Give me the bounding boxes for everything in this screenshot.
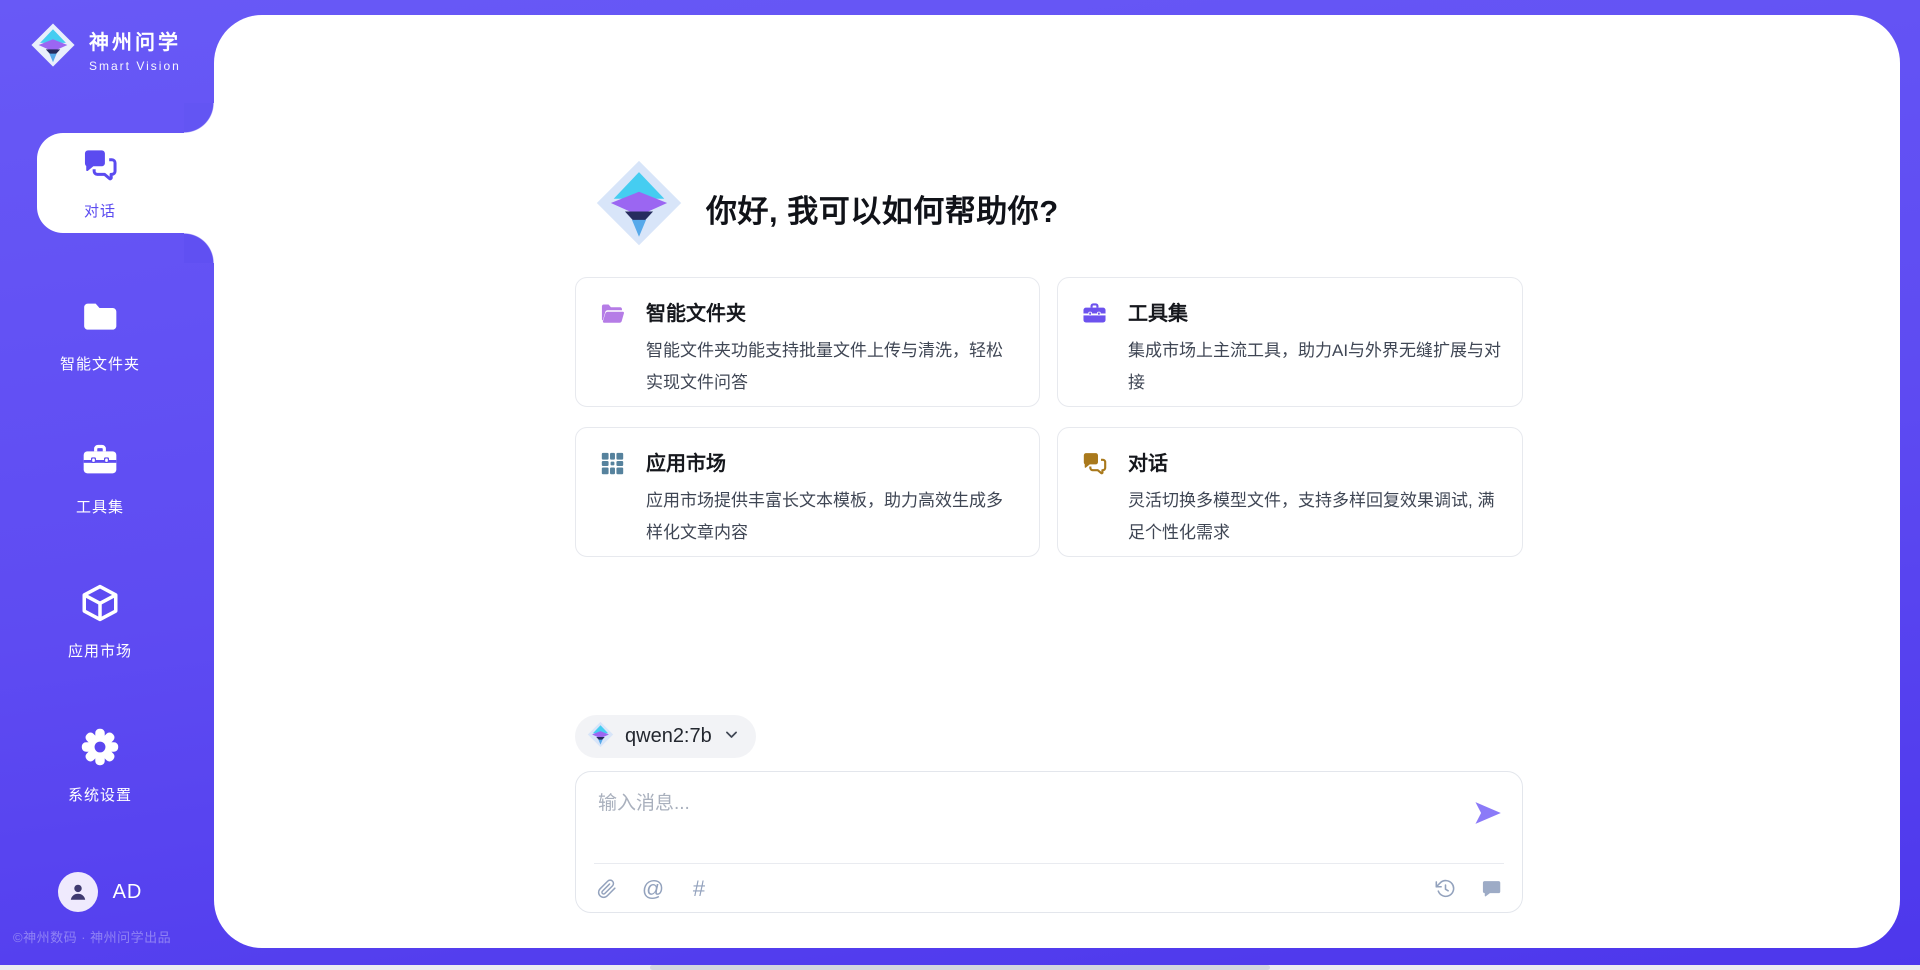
brand-name: 神州问学 [89, 26, 181, 55]
copyright-text: ©神州数码 · 神州问学出品 [13, 927, 171, 946]
sidebar-item-smart-folder[interactable]: 智能文件夹 [0, 297, 200, 374]
folder-open-icon [599, 297, 626, 406]
send-plane-icon [1472, 797, 1504, 829]
message-input[interactable] [598, 788, 1458, 854]
card-chat[interactable]: 对话 灵活切换多模型文件，支持多样回复效果调试, 满足个性化需求 [1057, 427, 1523, 557]
user-name: AD [113, 881, 143, 904]
sidebar-item-label: 工具集 [76, 496, 124, 517]
composer-toolbar: @ # [576, 864, 1522, 913]
chat-icon [1081, 447, 1108, 556]
gear-icon [79, 726, 121, 773]
comment-icon[interactable] [1480, 878, 1502, 900]
card-description: 智能文件夹功能支持批量文件上传与清洗，轻松实现文件问答 [646, 335, 1019, 399]
model-name: qwen2:7b [625, 725, 712, 748]
card-description: 集成市场上主流工具，助力AI与外界无缝扩展与对接 [1128, 335, 1502, 399]
card-toolset[interactable]: 工具集 集成市场上主流工具，助力AI与外界无缝扩展与对接 [1057, 277, 1523, 407]
cube-icon [79, 582, 121, 629]
greeting-title: 你好, 我可以如何帮助你? [706, 186, 1059, 231]
sidebar-item-settings[interactable]: 系统设置 [0, 726, 200, 805]
diamond-logo-icon [30, 22, 76, 73]
sidebar-item-chat[interactable]: 对话 [0, 146, 200, 221]
sidebar-item-toolset[interactable]: 工具集 [0, 440, 200, 517]
diamond-logo-icon [587, 721, 614, 753]
card-description: 应用市场提供丰富长文本模板，助力高效生成多样化文章内容 [646, 485, 1019, 549]
sidebar-item-label: 智能文件夹 [60, 353, 140, 374]
card-title: 工具集 [1128, 297, 1502, 326]
chat-icon [81, 146, 119, 189]
paperclip-icon[interactable] [596, 878, 618, 900]
brand-logo: 神州问学 Smart Vision [30, 22, 181, 73]
message-composer: @ # [575, 771, 1523, 913]
toolbox-icon [80, 440, 120, 485]
sidebar-item-label: 系统设置 [68, 784, 132, 805]
card-description: 灵活切换多模型文件，支持多样回复效果调试, 满足个性化需求 [1128, 485, 1502, 549]
person-icon [66, 880, 90, 904]
sidebar-item-app-market[interactable]: 应用市场 [0, 582, 200, 661]
send-button[interactable] [1472, 797, 1504, 829]
grid-icon [599, 447, 626, 556]
card-smart-folder[interactable]: 智能文件夹 智能文件夹功能支持批量文件上传与清洗，轻松实现文件问答 [575, 277, 1040, 407]
active-tab-fillet-top [184, 103, 214, 133]
sidebar-item-label: 应用市场 [68, 640, 132, 661]
app-window: 神州问学 Smart Vision 对话 智能文件夹 [0, 0, 1920, 970]
feature-cards: 智能文件夹 智能文件夹功能支持批量文件上传与清洗，轻松实现文件问答 工具集 集成… [575, 277, 1523, 557]
card-title: 智能文件夹 [646, 297, 1019, 326]
model-selector[interactable]: qwen2:7b [575, 715, 756, 758]
greeting-logo-icon [594, 158, 684, 253]
folder-icon [80, 297, 120, 342]
toolbox-icon [1081, 297, 1108, 406]
horizontal-scrollbar[interactable] [0, 965, 1920, 970]
card-title: 对话 [1128, 447, 1502, 476]
chevron-down-icon [723, 726, 740, 748]
sidebar-item-label: 对话 [84, 200, 116, 221]
user-account[interactable]: AD [0, 872, 200, 912]
hash-icon[interactable]: # [688, 878, 710, 900]
card-title: 应用市场 [646, 447, 1019, 476]
at-icon[interactable]: @ [642, 878, 664, 900]
history-icon[interactable] [1434, 878, 1456, 900]
active-tab-fillet-bottom [184, 233, 214, 263]
card-app-market[interactable]: 应用市场 应用市场提供丰富长文本模板，助力高效生成多样化文章内容 [575, 427, 1040, 557]
avatar [58, 872, 98, 912]
scrollbar-thumb[interactable] [650, 965, 1270, 970]
brand-subtitle: Smart Vision [89, 59, 181, 73]
